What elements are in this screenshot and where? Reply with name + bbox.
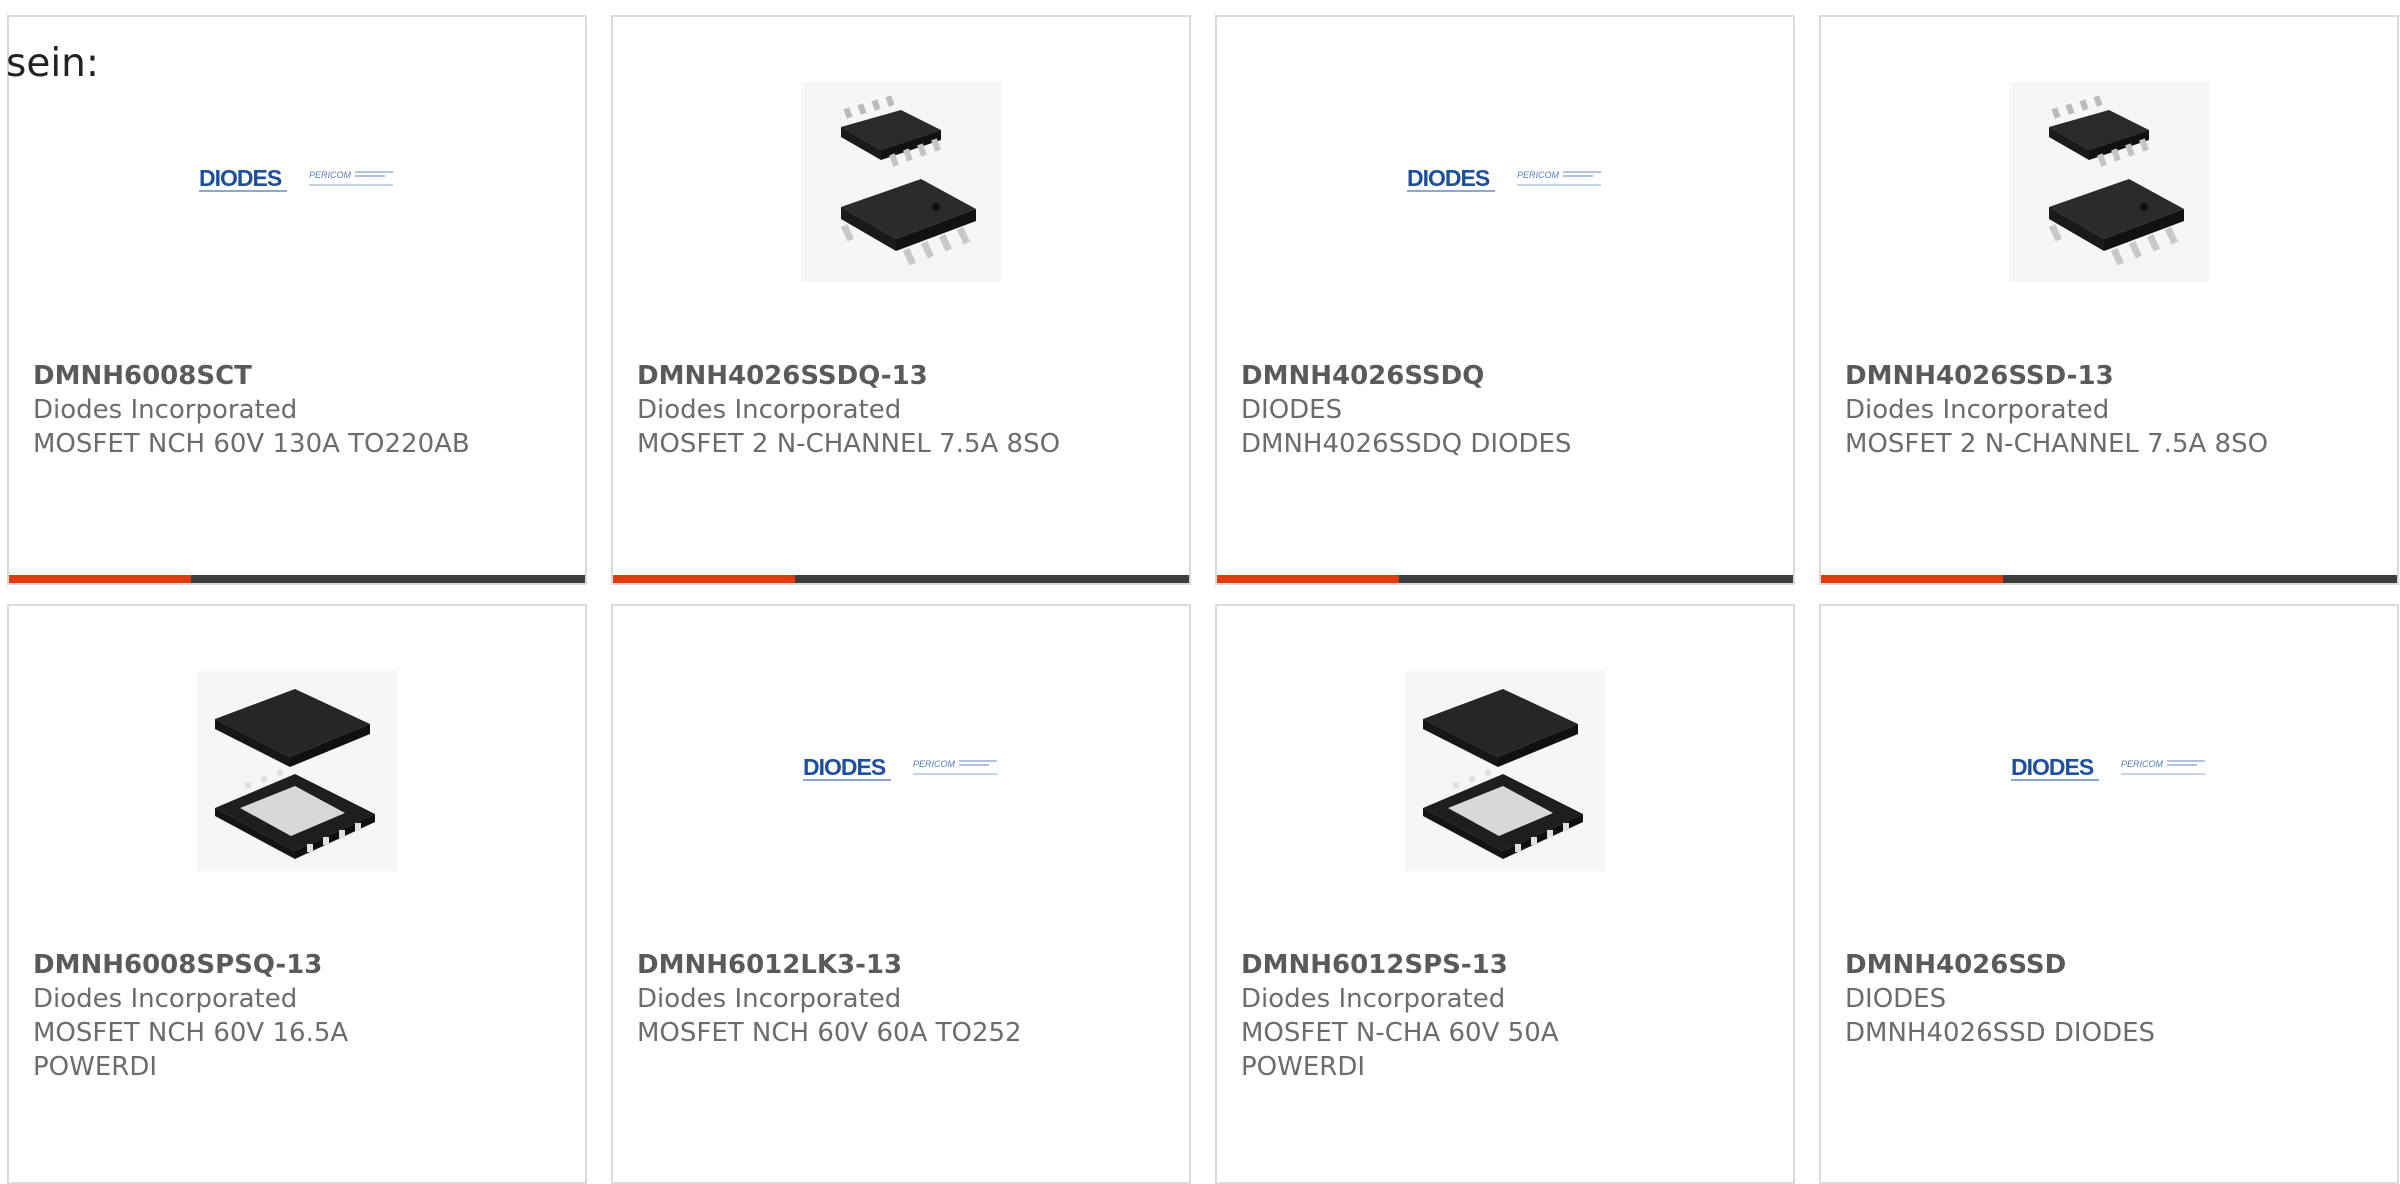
description: MOSFET NCH 60V 60A TO252 <box>637 1018 1022 1048</box>
part-number: DMNH4026SSDQ-13 <box>637 361 928 391</box>
powerdi-chip-icon <box>1405 671 1605 871</box>
diodes-logo-icon: DIODES PERICOM <box>2009 671 2209 871</box>
manufacturer: Diodes Incorporated <box>637 984 902 1014</box>
brand-lettering: DIODES <box>199 165 282 191</box>
part-number: DMNH4026SSDQ <box>1241 361 1485 391</box>
brand-lettering: DIODES <box>2011 754 2094 780</box>
product-card-link[interactable]: DIODES PERICOM DMNH6008SCT Diodes Incorp… <box>9 17 585 583</box>
product-card-link[interactable]: DMNH4026SSD-13 Diodes Incorporated MOSFE… <box>1821 17 2397 583</box>
manufacturer: Diodes Incorporated <box>1845 395 2110 425</box>
description: MOSFET N-CHA 60V 50A POWERDI <box>1241 1018 1559 1082</box>
card-accent-bar <box>613 575 1189 583</box>
diodes-logo-icon: DIODES PERICOM <box>801 671 1001 871</box>
sub-lettering: PERICOM <box>2121 759 2164 769</box>
manufacturer: DIODES <box>1241 395 1343 425</box>
intro-text: sein: <box>6 41 100 86</box>
soic8-chip-svg <box>2009 82 2209 282</box>
product-card[interactable]: DMNH4026SSD-13 Diodes Incorporated MOSFE… <box>1819 15 2399 585</box>
card-accent-bar-highlight <box>1821 575 2003 583</box>
card-accent-bar-highlight <box>1217 575 1399 583</box>
product-card[interactable]: DIODES PERICOM DMNH6012LK3-13 Diodes Inc… <box>611 604 1191 1184</box>
diodes-logo-svg: DIODES PERICOM <box>1407 165 1601 192</box>
diodes-logo-svg: DIODES PERICOM <box>199 165 393 192</box>
part-number: DMNH4026SSD <box>1845 950 2067 980</box>
diodes-logo-svg: DIODES PERICOM <box>803 754 997 781</box>
product-card[interactable]: DMNH4026SSDQ-13 Diodes Incorporated MOSF… <box>611 15 1191 585</box>
product-card-link[interactable]: DMNH4026SSDQ-13 Diodes Incorporated MOSF… <box>613 17 1189 583</box>
product-card[interactable]: DIODES PERICOM DMNH4026SSDQ DIODES DMNH4… <box>1215 15 1795 585</box>
sub-lettering: PERICOM <box>913 759 956 769</box>
manufacturer: Diodes Incorporated <box>33 984 298 1014</box>
part-number: DMNH6012SPS-13 <box>1241 950 1508 980</box>
description: MOSFET 2 N-CHANNEL 7.5A 8SO <box>1845 429 2269 459</box>
part-number: DMNH4026SSD-13 <box>1845 361 2114 391</box>
soic8-chip-svg <box>801 82 1001 282</box>
diodes-logo-svg: DIODES PERICOM <box>2011 754 2205 781</box>
product-card-link[interactable]: DIODES PERICOM DMNH6012LK3-13 Diodes Inc… <box>613 606 1189 1182</box>
part-number: DMNH6008SPSQ-13 <box>33 950 323 980</box>
soic8-chip-icon <box>2009 82 2209 282</box>
part-number: DMNH6012LK3-13 <box>637 950 903 980</box>
part-number: DMNH6008SCT <box>33 361 252 391</box>
sub-lettering: PERICOM <box>309 170 352 180</box>
card-accent-bar <box>1217 575 1793 583</box>
diodes-logo-icon: DIODES PERICOM <box>1405 82 1605 282</box>
brand-lettering: DIODES <box>803 754 886 780</box>
manufacturer: Diodes Incorporated <box>33 395 298 425</box>
description: MOSFET 2 N-CHANNEL 7.5A 8SO <box>637 429 1061 459</box>
product-card-link[interactable]: DMNH6008SPSQ-13 Diodes Incorporated MOSF… <box>9 606 585 1182</box>
card-accent-bar-highlight <box>9 575 191 583</box>
card-accent-bar <box>1821 575 2397 583</box>
product-card[interactable]: DMNH6012SPS-13 Diodes Incorporated MOSFE… <box>1215 604 1795 1184</box>
product-card[interactable]: DIODES PERICOM DMNH6008SCT Diodes Incorp… <box>7 15 587 585</box>
manufacturer: Diodes Incorporated <box>1241 984 1506 1014</box>
brand-lettering: DIODES <box>1407 165 1490 191</box>
description: MOSFET NCH 60V 130A TO220AB <box>33 429 470 459</box>
product-card-link[interactable]: DMNH6012SPS-13 Diodes Incorporated MOSFE… <box>1217 606 1793 1182</box>
card-accent-bar-highlight <box>613 575 795 583</box>
soic8-chip-icon <box>801 82 1001 282</box>
description: MOSFET NCH 60V 16.5A POWERDI <box>33 1018 349 1082</box>
product-card-link[interactable]: DIODES PERICOM DMNH4026SSDQ DIODES DMNH4… <box>1217 17 1793 583</box>
sub-lettering: PERICOM <box>1517 170 1560 180</box>
powerdi-chip-svg <box>197 671 397 871</box>
product-card-link[interactable]: DIODES PERICOM DMNH4026SSD DIODES DMNH40… <box>1821 606 2397 1182</box>
manufacturer: Diodes Incorporated <box>637 395 902 425</box>
powerdi-chip-svg <box>1405 671 1605 871</box>
product-card[interactable]: DMNH6008SPSQ-13 Diodes Incorporated MOSF… <box>7 604 587 1184</box>
powerdi-chip-icon <box>197 671 397 871</box>
card-accent-bar <box>9 575 585 583</box>
diodes-logo-icon: DIODES PERICOM <box>197 82 397 282</box>
description: DMNH4026SSD DIODES <box>1845 1018 2156 1048</box>
description: DMNH4026SSDQ DIODES <box>1241 429 1572 459</box>
manufacturer: DIODES <box>1845 984 1947 1014</box>
product-card[interactable]: DIODES PERICOM DMNH4026SSD DIODES DMNH40… <box>1819 604 2399 1184</box>
